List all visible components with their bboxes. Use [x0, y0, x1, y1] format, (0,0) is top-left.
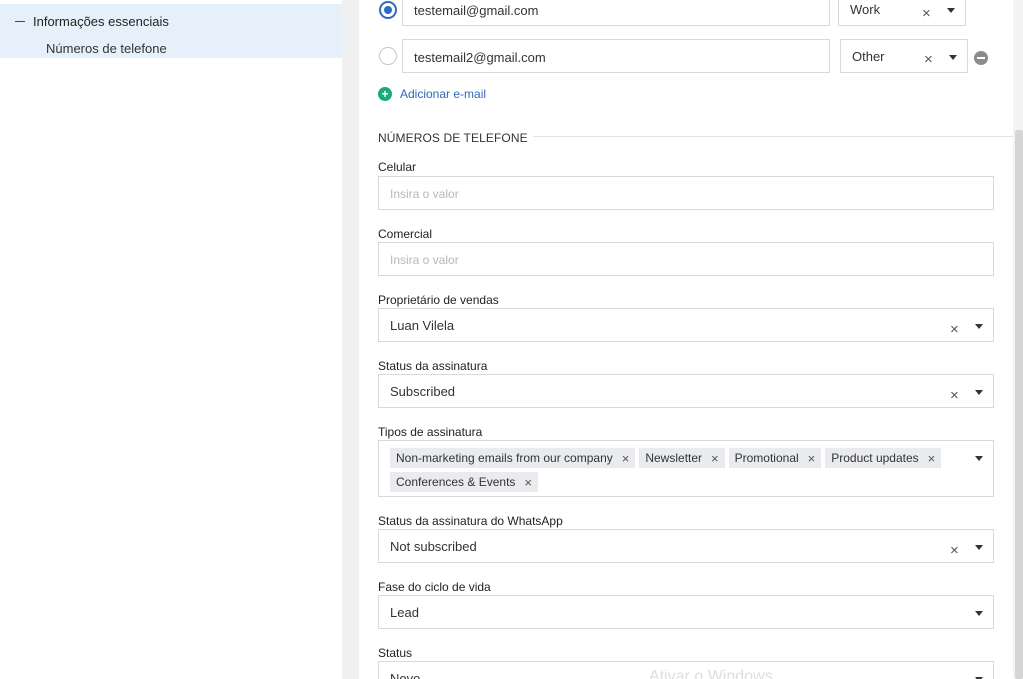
email-value: testemail2@gmail.com	[414, 50, 546, 65]
tag-label: Promotional	[734, 451, 799, 465]
subscription-types-multiselect[interactable]: Non-marketing emails from our company × Ne…	[378, 440, 994, 497]
select-value: Novo	[390, 671, 421, 679]
email-type-value: Work	[850, 2, 881, 17]
chevron-down-icon[interactable]	[975, 390, 983, 395]
remove-tag-icon[interactable]: ×	[622, 451, 630, 466]
email-type-value: Other	[852, 49, 885, 64]
chevron-down-icon[interactable]	[949, 55, 957, 60]
email-field-2[interactable]: testemail2@gmail.com	[402, 39, 830, 73]
placeholder: Insira o valor	[390, 253, 459, 267]
scrollbar-thumb[interactable]	[1015, 130, 1023, 679]
collapse-dash-icon	[15, 21, 25, 22]
field-label-lifecycle: Fase do ciclo de vida	[378, 580, 491, 594]
tag-chip: Non-marketing emails from our company ×	[390, 448, 636, 468]
sidebar-section-label: Informações essenciais	[33, 14, 169, 29]
sidebar-item-phone-numbers[interactable]: Números de telefone	[46, 41, 167, 56]
field-label-whatsapp-status: Status da assinatura do WhatsApp	[378, 514, 563, 528]
remove-tag-icon[interactable]: ×	[524, 475, 532, 490]
subscription-status-select[interactable]: Subscribed ×	[378, 374, 994, 408]
remove-tag-icon[interactable]: ×	[928, 451, 936, 466]
clear-icon[interactable]: ×	[922, 6, 931, 21]
sidebar: Informações essenciais Números de telefo…	[0, 0, 342, 679]
field-label-subscription-types: Tipos de assinatura	[378, 425, 483, 439]
celular-input[interactable]: Insira o valor	[378, 176, 994, 210]
add-circle-icon[interactable]: +	[378, 87, 392, 101]
panel-divider	[342, 0, 359, 679]
remove-email-icon[interactable]	[974, 51, 988, 65]
tag-chip: Promotional ×	[728, 448, 822, 468]
clear-icon[interactable]: ×	[950, 388, 959, 403]
field-label-owner: Proprietário de vendas	[378, 293, 499, 307]
field-label-subscription-status: Status da assinatura	[378, 359, 488, 373]
sidebar-section-essential-info[interactable]: Informações essenciais Números de telefo…	[0, 4, 342, 58]
email-type-select-2[interactable]: Other ×	[840, 39, 968, 73]
select-value: Lead	[390, 605, 419, 620]
tag-chip: Conferences & Events ×	[390, 472, 538, 492]
remove-tag-icon[interactable]: ×	[808, 451, 816, 466]
contact-form: testemail@gmail.com Work × testemail2@gm…	[359, 0, 1013, 679]
chevron-down-icon[interactable]	[947, 8, 955, 13]
chevron-down-icon[interactable]	[975, 545, 983, 550]
chevron-down-icon[interactable]	[975, 456, 983, 461]
remove-tag-icon[interactable]: ×	[711, 451, 719, 466]
chevron-down-icon[interactable]	[975, 611, 983, 616]
clear-icon[interactable]: ×	[924, 52, 933, 67]
whatsapp-status-select[interactable]: Not subscribed ×	[378, 529, 994, 563]
email-type-select-1[interactable]: Work ×	[838, 0, 966, 26]
primary-email-radio[interactable]	[379, 47, 397, 65]
owner-select[interactable]: Luan Vilela ×	[378, 308, 994, 342]
tag-label: Product updates	[831, 451, 919, 465]
field-label-status: Status	[378, 646, 413, 660]
section-divider	[533, 136, 1013, 137]
tag-label: Newsletter	[645, 451, 703, 465]
email-field-1[interactable]: testemail@gmail.com	[402, 0, 830, 26]
clear-icon[interactable]: ×	[950, 543, 959, 558]
placeholder: Insira o valor	[390, 187, 459, 201]
windows-activation-watermark: Ativar o Windows	[649, 668, 773, 679]
tag-chip: Newsletter ×	[639, 448, 725, 468]
sidebar-section-header[interactable]: Informações essenciais	[15, 14, 169, 29]
chevron-down-icon[interactable]	[975, 324, 983, 329]
field-label-celular: Celular	[378, 160, 417, 174]
clear-icon[interactable]: ×	[950, 322, 959, 337]
email-value: testemail@gmail.com	[414, 3, 539, 18]
add-email-link[interactable]: Adicionar e-mail	[400, 87, 486, 101]
select-value: Luan Vilela	[390, 318, 455, 333]
lifecycle-select[interactable]: Lead	[378, 595, 994, 629]
tag-chip: Product updates ×	[825, 448, 942, 468]
tag-label: Non-marketing emails from our company	[396, 451, 613, 465]
phone-section-title: NÚMEROS DE TELEFONE	[378, 131, 528, 145]
comercial-input[interactable]: Insira o valor	[378, 242, 994, 276]
primary-email-radio-selected[interactable]	[379, 1, 397, 19]
select-value: Subscribed	[390, 384, 456, 399]
select-value: Not subscribed	[390, 539, 477, 554]
tag-label: Conferences & Events	[396, 475, 516, 489]
field-label-comercial: Comercial	[378, 227, 433, 241]
tag-list: Non-marketing emails from our company × Ne…	[390, 448, 960, 496]
